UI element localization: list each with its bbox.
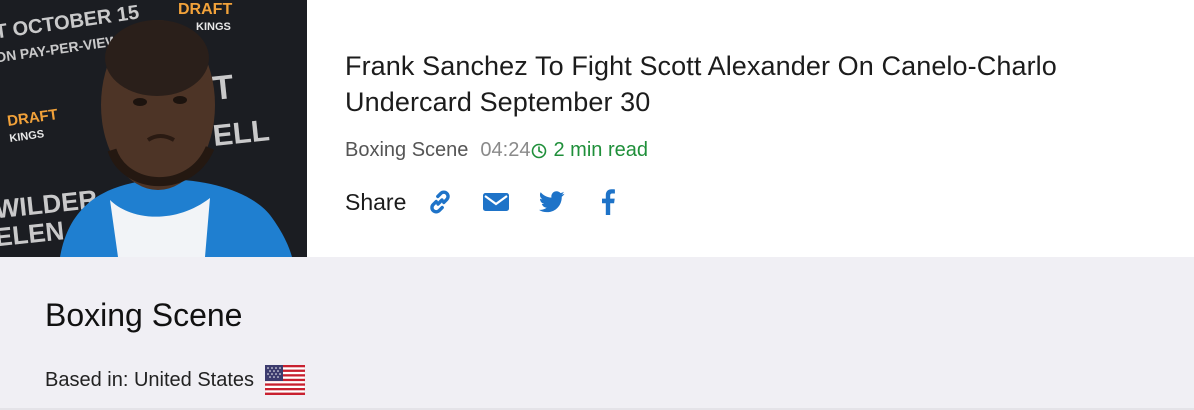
share-email-button[interactable] (482, 188, 510, 216)
article-meta: Boxing Scene 04:24 2 min read (345, 139, 1145, 162)
svg-text:DRAFT: DRAFT (178, 1, 232, 18)
share-twitter-button[interactable] (538, 188, 566, 216)
facebook-icon (602, 189, 616, 215)
article-source[interactable]: Boxing Scene (345, 139, 468, 162)
mail-icon (483, 193, 510, 211)
based-in-label: Based in: United States (45, 368, 255, 391)
article-card[interactable]: T OCTOBER 15 ON PAY-PER-VIEW WILDER ELEN… (0, 0, 1194, 257)
svg-text:ELL: ELL (211, 114, 271, 153)
share-link-button[interactable] (426, 188, 454, 216)
article-headline[interactable]: Frank Sanchez To Fight Scott Alexander O… (345, 48, 1145, 120)
article-content: Frank Sanchez To Fight Scott Alexander O… (345, 48, 1145, 216)
share-bar: Share (345, 188, 1145, 216)
read-time: 2 min read (530, 139, 648, 162)
twitter-icon (539, 191, 565, 213)
us-flag-icon (265, 365, 306, 395)
source-info-panel: Boxing Scene Based in: United States (0, 257, 1194, 408)
share-facebook-button[interactable] (594, 188, 622, 216)
read-time-label: 2 min read (553, 139, 648, 161)
source-name[interactable]: Boxing Scene (45, 297, 242, 334)
link-icon (430, 190, 451, 214)
article-thumbnail[interactable]: T OCTOBER 15 ON PAY-PER-VIEW WILDER ELEN… (0, 0, 307, 257)
article-time: 04:24 (480, 139, 531, 161)
boxer-photo: T OCTOBER 15 ON PAY-PER-VIEW WILDER ELEN… (0, 0, 307, 257)
source-location: Based in: United States (45, 365, 306, 395)
svg-text:KINGS: KINGS (196, 21, 231, 33)
clock-icon (532, 143, 547, 158)
share-label: Share (345, 188, 407, 215)
